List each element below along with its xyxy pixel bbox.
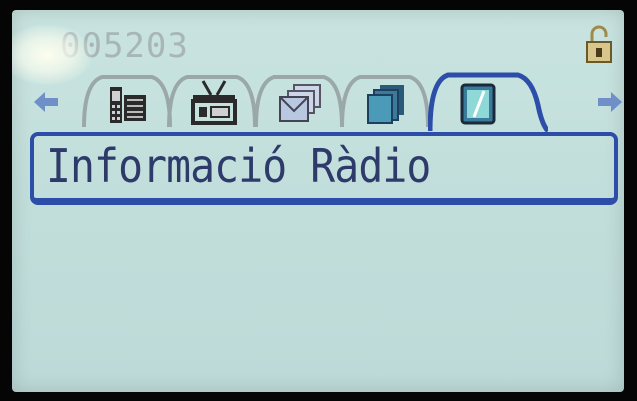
radio-id-label: 005203 [60, 26, 189, 66]
phone-contacts-icon [110, 87, 146, 123]
selected-menu-item[interactable]: Informació Ràdio [30, 132, 618, 205]
radio-info-icon [460, 83, 496, 125]
device-bezel: 005203 Informació Ràdio [0, 0, 637, 401]
tab-radio[interactable] [167, 65, 259, 135]
radio-tower-icon [191, 80, 237, 125]
unlocked-padlock-icon [586, 25, 612, 63]
lcd-screen: 005203 Informació Ràdio [12, 10, 624, 392]
tab-messages[interactable] [254, 65, 346, 135]
tab-phone-contacts[interactable] [82, 65, 174, 135]
left-arrow-icon[interactable] [34, 92, 58, 112]
messages-envelope-icon [279, 84, 321, 122]
tab-strip [82, 65, 552, 140]
menu-item-label: Informació Ràdio [46, 139, 431, 193]
tab-radio-info[interactable] [428, 65, 548, 135]
right-arrow-icon[interactable] [598, 92, 622, 112]
stacked-pages-icon [367, 85, 404, 124]
tab-pages[interactable] [340, 65, 432, 135]
